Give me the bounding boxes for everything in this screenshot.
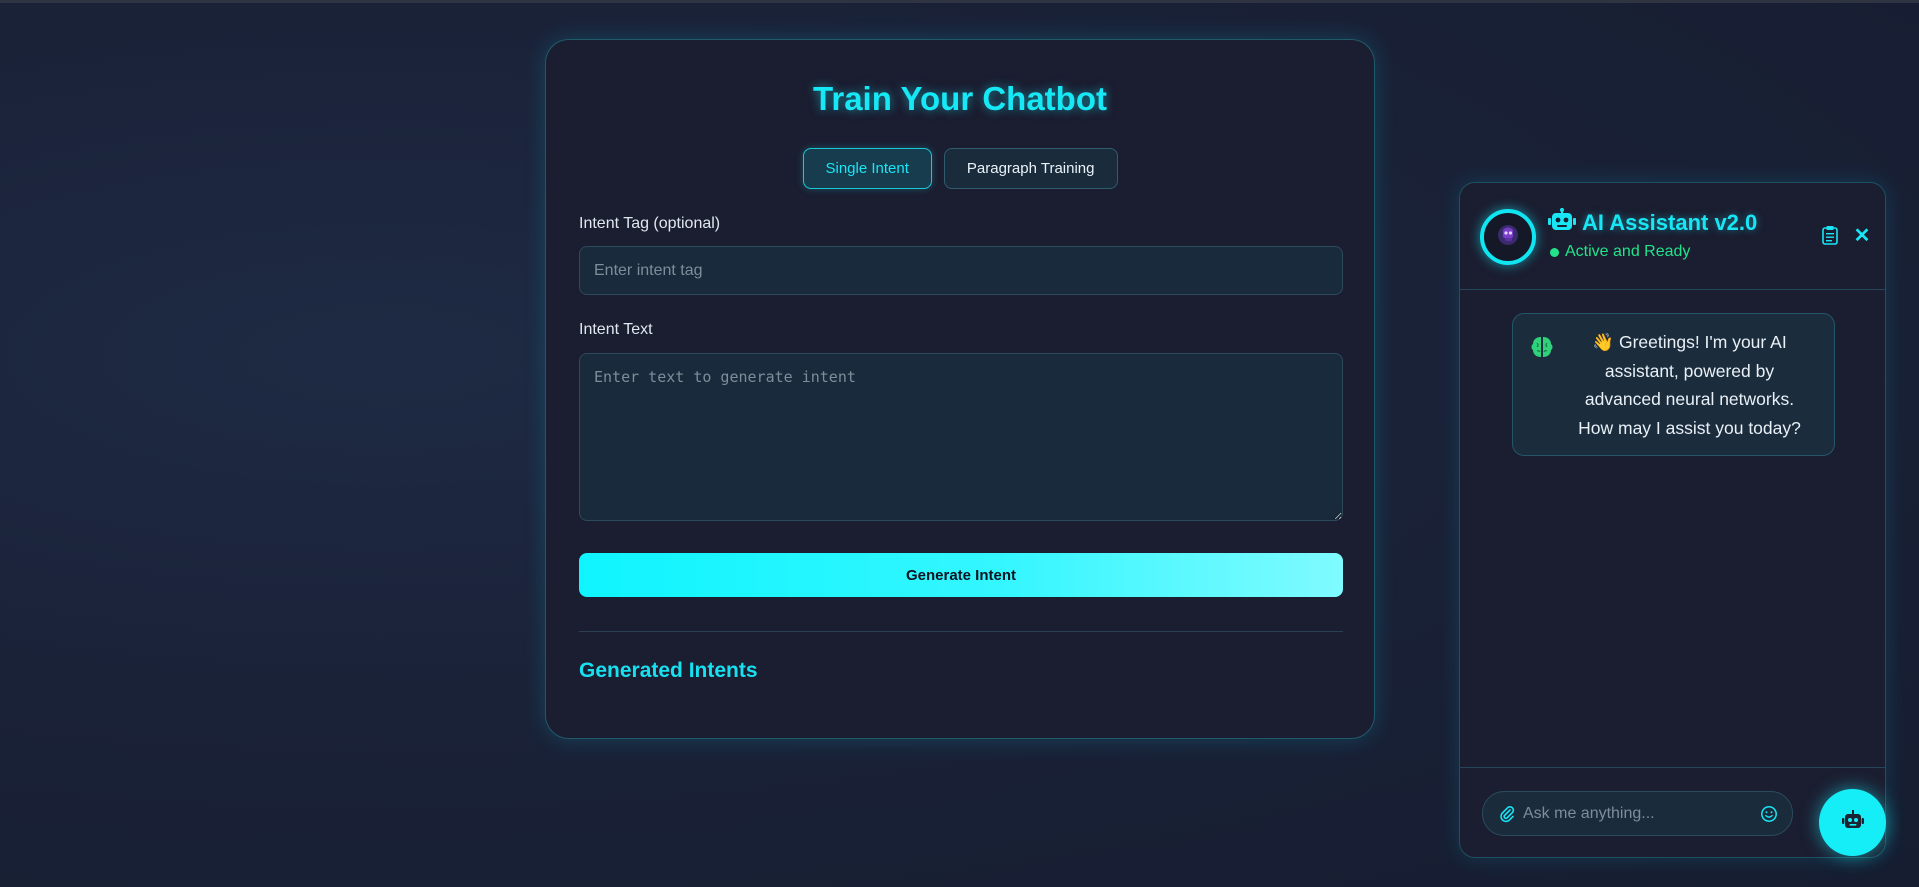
bot-message: 👋 Greetings! I'm your AI assistant, powe… [1512,313,1835,456]
chat-title: AI Assistant v2.0 [1548,208,1757,238]
intent-text-area[interactable] [579,353,1343,521]
chat-toggle-button[interactable] [1819,789,1886,856]
status-dot [1550,247,1559,257]
paperclip-icon[interactable] [1499,805,1515,823]
close-icon[interactable]: ✕ [1853,225,1871,247]
status-text: Active and Ready [1565,243,1691,260]
generate-intent-button[interactable]: Generate Intent [579,553,1343,597]
training-mode-tabs: Single Intent Paragraph Training [546,148,1374,189]
clipboard-icon[interactable] [1821,225,1839,245]
bot-avatar [1480,209,1536,265]
chat-input[interactable] [1523,792,1753,835]
generated-intents-heading: Generated Intents [579,659,758,682]
window-top-border [0,0,1919,3]
intent-tag-input[interactable] [579,246,1343,295]
section-divider [579,631,1343,632]
robot-icon [1548,208,1576,238]
chat-title-text: AI Assistant v2.0 [1582,210,1758,235]
page-title: Train Your Chatbot [813,80,1107,117]
status-indicator: Active and Ready [1550,243,1690,261]
robot-icon [1841,810,1864,835]
chat-header: AI Assistant v2.0 Active and Ready ✕ [1460,183,1885,290]
tab-paragraph-training[interactable]: Paragraph Training [943,148,1118,189]
bot-message-text: 👋 Greetings! I'm your AI assistant, powe… [1578,332,1801,438]
smile-icon[interactable] [1760,805,1778,823]
tab-single-intent[interactable]: Single Intent [802,148,932,189]
chat-input-container [1482,791,1793,836]
brain-icon [1529,334,1555,360]
train-chatbot-card: Train Your Chatbot Single Intent Paragra… [545,39,1375,739]
intent-tag-label: Intent Tag (optional) [579,215,721,232]
robot-head-icon [1495,222,1521,253]
chat-panel: AI Assistant v2.0 Active and Ready ✕ 👋 G… [1459,182,1886,858]
intent-text-label: Intent Text [579,321,653,338]
